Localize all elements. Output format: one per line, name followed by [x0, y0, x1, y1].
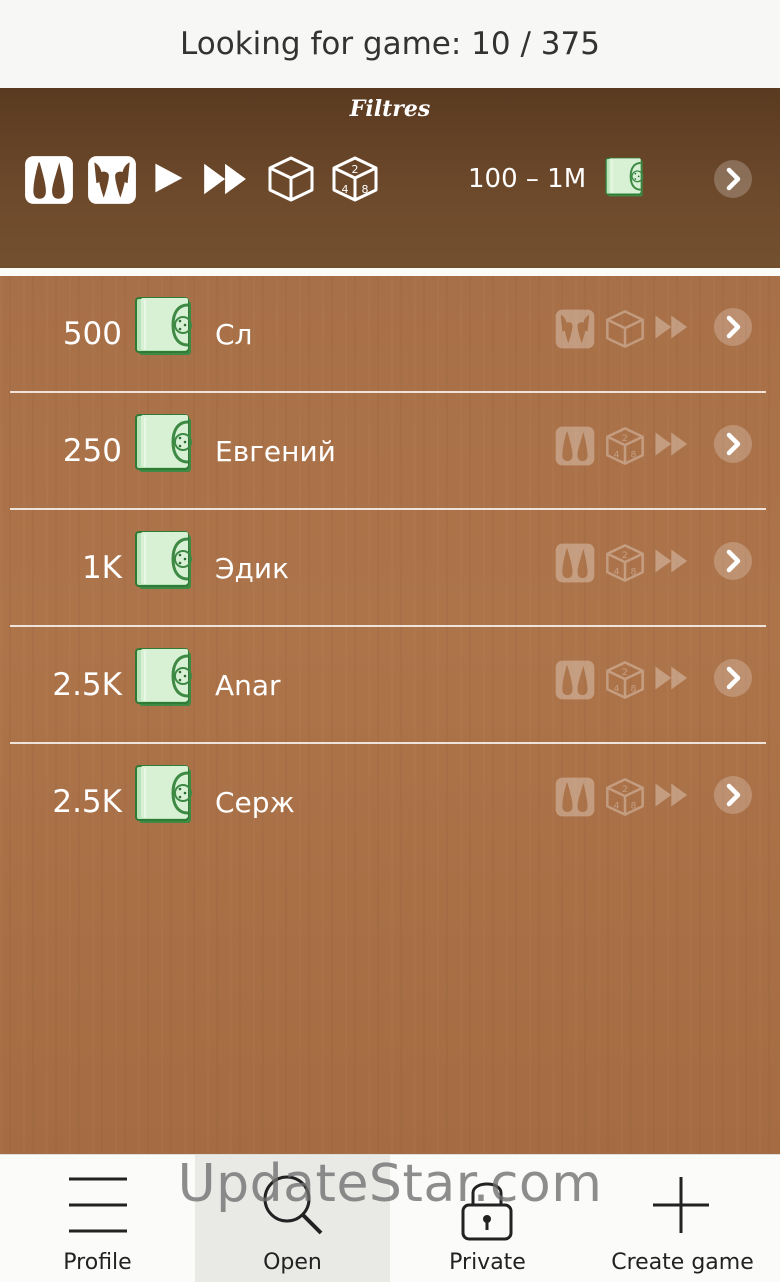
numbered-dice-icon[interactable]: [330, 154, 380, 204]
cube-icon: [604, 308, 646, 350]
short-backgammon-icon: [554, 776, 596, 818]
cash-icon: [133, 410, 199, 476]
filters-divider: [0, 268, 780, 276]
games-list: 500 Сл 250 Евгений 1K Эдик 2.5K Anar 2.5…: [0, 276, 780, 1154]
lock-icon: [461, 1182, 513, 1241]
stake-amount: 1K: [81, 550, 122, 586]
chevron-right-icon[interactable]: [713, 775, 753, 815]
stake-amount: 2.5K: [52, 784, 122, 820]
nav-profile[interactable]: Profile: [0, 1155, 195, 1282]
nav-label: Profile: [63, 1250, 132, 1275]
cash-icon: [133, 644, 199, 710]
list-item[interactable]: 1K Эдик: [0, 510, 780, 627]
nav-private[interactable]: Private: [390, 1155, 585, 1282]
stake-range: 100 – 1M: [468, 164, 587, 194]
plus-icon: [653, 1177, 709, 1233]
stake-amount: 500: [62, 316, 122, 352]
numbered-dice-icon: [604, 542, 646, 584]
filters-panel: Filtres 100 – 1M: [0, 88, 780, 268]
short-backgammon-icon: [554, 659, 596, 701]
search-status: Looking for game: 10 / 375: [0, 0, 780, 88]
player-name: Эдик: [215, 552, 290, 585]
fast-forward-icon: [654, 663, 690, 693]
numbered-dice-icon: [604, 776, 646, 818]
cash-icon: [133, 761, 199, 827]
search-status-text: Looking for game: 10 / 375: [180, 26, 600, 62]
filters-chevron-right-icon[interactable]: [713, 159, 753, 199]
chevron-right-icon[interactable]: [713, 541, 753, 581]
filters-title: Filtres: [349, 96, 431, 122]
long-backgammon-icon[interactable]: [86, 154, 138, 206]
nav-open[interactable]: Open: [195, 1155, 390, 1282]
fast-forward-icon: [654, 546, 690, 576]
long-backgammon-icon: [554, 308, 596, 350]
fast-forward-icon: [654, 312, 690, 342]
short-backgammon-icon[interactable]: [23, 154, 75, 206]
play-icon[interactable]: [150, 160, 186, 196]
player-name: Серж: [215, 786, 295, 819]
short-backgammon-icon: [554, 542, 596, 584]
menu-icon: [69, 1177, 127, 1233]
player-name: Сл: [215, 318, 253, 351]
stake-amount: 2.5K: [52, 667, 122, 703]
stake-amount: 250: [62, 433, 122, 469]
short-backgammon-icon: [554, 425, 596, 467]
nav-label: Create game: [611, 1250, 754, 1275]
list-item[interactable]: 250 Евгений: [0, 393, 780, 510]
cash-icon: [133, 527, 199, 593]
list-item[interactable]: 500 Сл: [0, 276, 780, 393]
nav-create-game[interactable]: Create game: [585, 1155, 780, 1282]
search-icon: [263, 1175, 323, 1235]
numbered-dice-icon: [604, 425, 646, 467]
nav-label: Private: [449, 1250, 526, 1275]
bottom-nav: Profile Open Private Create game: [0, 1154, 780, 1282]
fast-forward-icon: [654, 429, 690, 459]
cash-icon: [133, 293, 199, 359]
numbered-dice-icon: [604, 659, 646, 701]
chevron-right-icon[interactable]: [713, 424, 753, 464]
cash-icon: [604, 155, 648, 199]
list-item[interactable]: 2.5K Серж: [0, 744, 780, 861]
nav-label: Open: [263, 1250, 322, 1275]
player-name: Евгений: [215, 435, 336, 468]
chevron-right-icon[interactable]: [713, 307, 753, 347]
chevron-right-icon[interactable]: [713, 658, 753, 698]
player-name: Anar: [215, 669, 281, 702]
fast-forward-icon[interactable]: [202, 160, 250, 198]
list-item[interactable]: 2.5K Anar: [0, 627, 780, 744]
fast-forward-icon: [654, 780, 690, 810]
cube-icon[interactable]: [266, 154, 316, 204]
